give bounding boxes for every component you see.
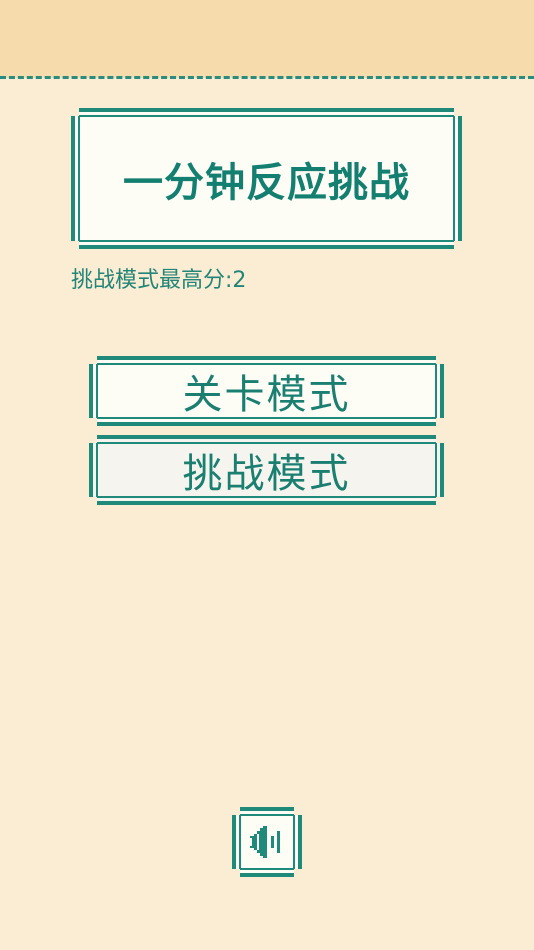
level-mode-button[interactable]: 关卡模式 [89,356,444,426]
speaker-icon [250,826,280,858]
sound-toggle-button[interactable] [232,807,302,877]
challenge-mode-label: 挑战模式 [182,451,351,497]
game-title: 一分钟反应挑战 [123,159,410,206]
challenge-mode-button[interactable]: 挑战模式 [89,435,444,505]
title-panel: 一分钟反应挑战 [71,108,462,249]
challenge-best-score: 挑战模式最高分:2 [71,268,247,293]
header-dashed-divider [0,76,534,79]
level-mode-label: 关卡模式 [182,372,351,418]
top-header-bar [0,0,534,78]
